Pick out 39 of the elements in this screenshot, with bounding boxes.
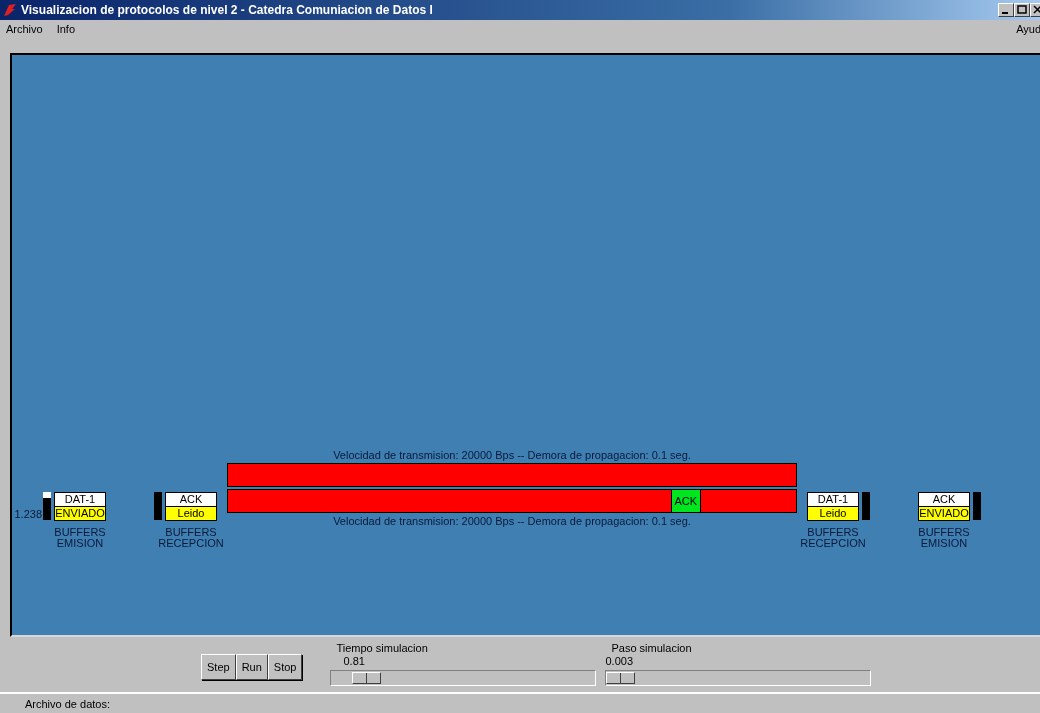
buffer-label: BUFFERS	[165, 527, 217, 538]
status-text: Archivo de datos:	[25, 697, 110, 710]
packet-name: ACK	[166, 493, 216, 506]
buffer-label: RECEPCION	[800, 538, 866, 549]
feather-icon	[2, 3, 18, 17]
buffer-label: RECEPCION	[158, 538, 224, 549]
buffer-label: BUFFERS	[918, 527, 970, 538]
slider-value: 0.81	[343, 655, 366, 668]
slider-value: 0.003	[605, 655, 634, 668]
menu-item[interactable]: Archivo	[6, 23, 43, 35]
slider-thumb[interactable]	[606, 672, 636, 684]
slider-label: Paso simulacion	[611, 642, 693, 655]
slider-track[interactable]	[605, 670, 872, 686]
packet-name: DAT-1	[55, 493, 105, 506]
menu-item[interactable]: Info	[56, 23, 76, 35]
packet-status: ENVIADO	[919, 506, 969, 520]
buffer-label: EMISION	[920, 538, 968, 549]
packet: ACK	[670, 490, 701, 512]
control-button[interactable]: Stop	[267, 654, 303, 680]
menu-item[interactable]: Ayud	[1016, 23, 1040, 35]
channel-caption: Velocidad de transmision: 20000 Bps -- Demora de propagacion: 0.1 seg.	[333, 449, 691, 462]
buffer-label: BUFFERS	[54, 527, 106, 538]
control-button[interactable]: Run	[235, 654, 268, 680]
channel-caption: Velocidad de transmision: 20000 Bps -- Demora de propagacion: 0.1 seg.	[333, 515, 691, 528]
packet-status: Leido	[166, 506, 216, 520]
control-button[interactable]: Step	[201, 654, 236, 680]
packet-name: ACK	[919, 493, 969, 506]
buffer-reading: 1.238	[14, 508, 42, 520]
maximize-button[interactable]	[1014, 3, 1030, 17]
buffer-label: BUFFERS	[807, 527, 859, 538]
minimize-button[interactable]	[998, 3, 1014, 17]
packet-name: DAT-1	[808, 493, 858, 506]
slider-label: Tiempo simulacion	[336, 642, 429, 655]
buffer-label: EMISION	[56, 538, 104, 549]
slider-track[interactable]	[330, 670, 597, 686]
packet-status: ENVIADO	[55, 506, 105, 520]
slider-thumb[interactable]	[352, 672, 382, 684]
packet-status: Leido	[808, 506, 858, 520]
window-title: Visualizacion de protocolos de nivel 2 - Catedra Comuniacion de Datos I	[21, 3, 433, 17]
